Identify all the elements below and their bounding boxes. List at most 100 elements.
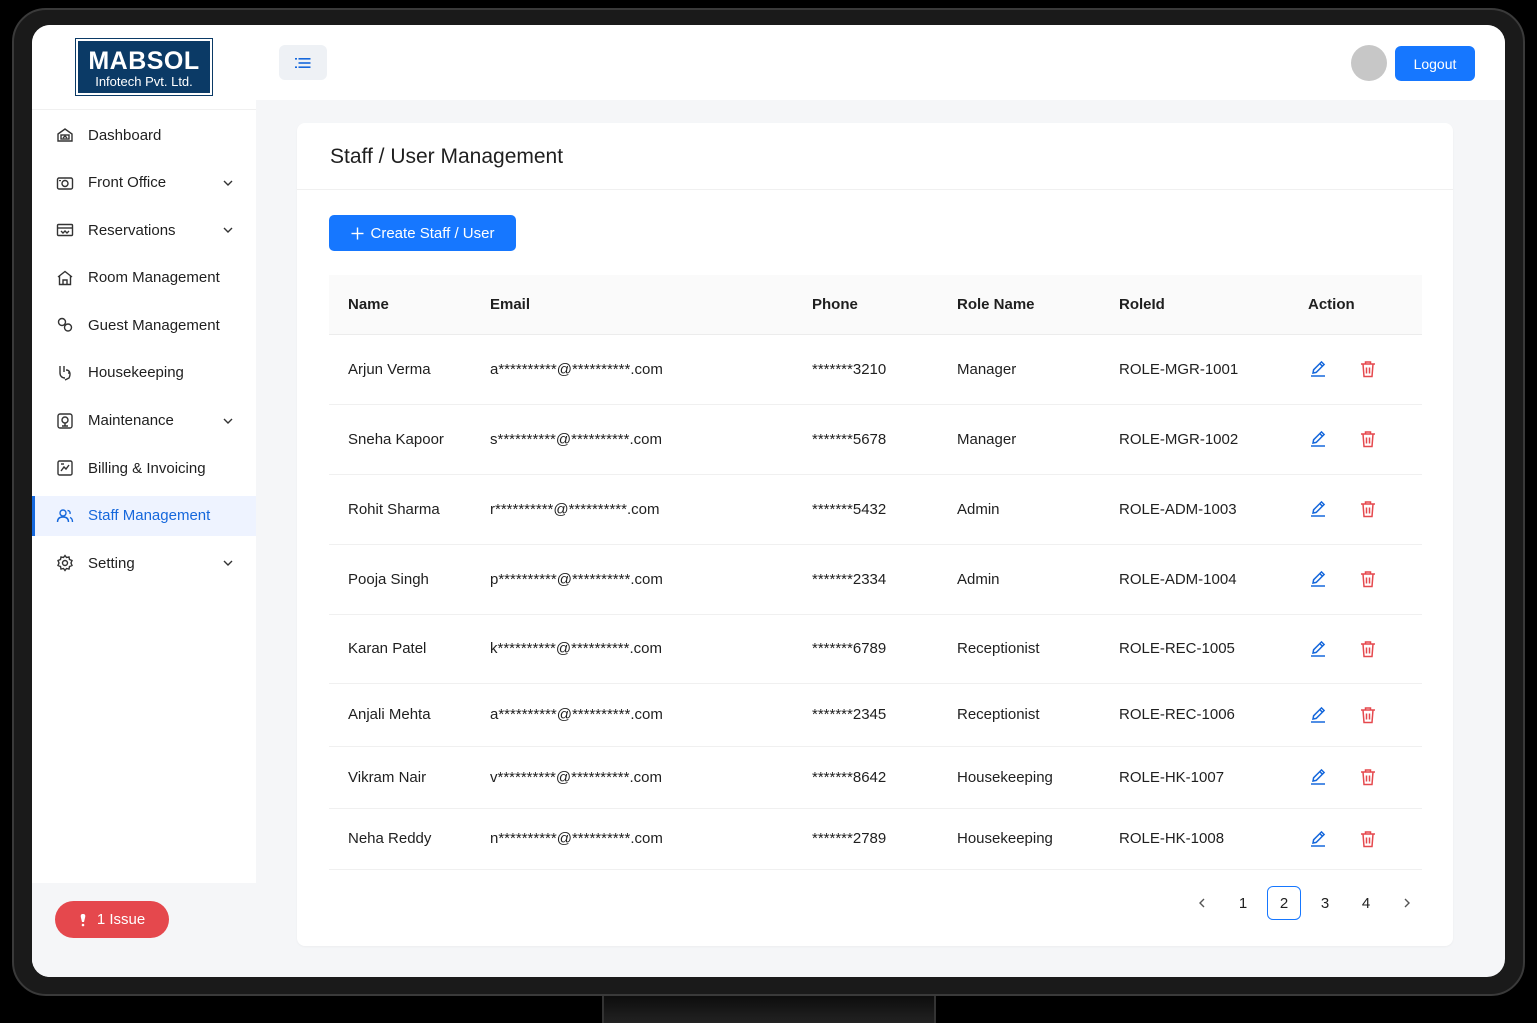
staff-table: Name Email Phone Role Name RoleId Action Arju… — [329, 275, 1422, 870]
top-header: Logout — [256, 25, 1505, 100]
cell-action — [1308, 404, 1422, 475]
cell-name: Sneha Kapoor — [329, 404, 490, 475]
menu-toggle-button[interactable] — [279, 45, 327, 80]
cell-role-name: Admin — [957, 474, 1119, 545]
cell-phone: *******2345 — [812, 683, 957, 747]
cell-action — [1308, 474, 1422, 545]
brand-name: MABSOL — [88, 47, 200, 75]
edit-icon[interactable] — [1308, 705, 1328, 725]
cell-role-name: Manager — [957, 404, 1119, 475]
chevron-down-icon — [223, 227, 233, 234]
cell-email: p**********@**********.com — [490, 544, 812, 615]
pagination-prev[interactable] — [1185, 886, 1219, 920]
column-header: Role Name — [957, 275, 1119, 335]
broom-icon — [56, 364, 74, 382]
cell-role-id: ROLE-HK-1007 — [1119, 746, 1308, 809]
create-staff-button[interactable]: Create Staff / User — [329, 215, 516, 251]
sidebar-item-label: Reservations — [88, 221, 176, 239]
sidebar-item-guest-management[interactable]: Guest Management — [32, 305, 256, 345]
issue-button[interactable]: 1 Issue — [55, 901, 169, 938]
delete-icon[interactable] — [1358, 429, 1378, 449]
table-header-row: Name Email Phone Role Name RoleId Action — [329, 275, 1422, 335]
cell-name: Arjun Verma — [329, 334, 490, 405]
cell-role-id: ROLE-MGR-1001 — [1119, 334, 1308, 405]
edit-icon[interactable] — [1308, 359, 1328, 379]
cell-role-name: Housekeeping — [957, 746, 1119, 809]
pagination-next[interactable] — [1390, 886, 1424, 920]
cell-email: k**********@**********.com — [490, 614, 812, 684]
cell-name: Pooja Singh — [329, 544, 490, 615]
sidebar-item-room-management[interactable]: Room Management — [32, 258, 256, 298]
cell-phone: *******8642 — [812, 746, 957, 809]
delete-icon[interactable] — [1358, 829, 1378, 849]
cell-role-id: ROLE-HK-1008 — [1119, 808, 1308, 870]
create-staff-label: Create Staff / User — [370, 224, 495, 242]
sidebar-item-reservations[interactable]: Reservations — [32, 210, 256, 250]
sidebar-item-maintenance[interactable]: Maintenance — [32, 401, 256, 441]
cell-name: Karan Patel — [329, 614, 490, 684]
pagination-page[interactable]: 4 — [1349, 886, 1383, 920]
alert-icon — [80, 913, 86, 926]
ticket-icon — [56, 221, 74, 239]
camera-icon — [56, 174, 74, 192]
pagination-page[interactable]: 3 — [1308, 886, 1342, 920]
sidebar-divider — [32, 109, 256, 110]
pagination-page[interactable]: 2 — [1267, 886, 1301, 920]
sidebar-item-label: Billing & Invoicing — [88, 459, 206, 477]
pagination: 1234 — [1185, 886, 1431, 920]
cell-name: Anjali Mehta — [329, 683, 490, 747]
cell-role-id: ROLE-ADM-1004 — [1119, 544, 1308, 615]
logout-button[interactable]: Logout — [1395, 46, 1475, 81]
sidebar-item-billing-invoicing[interactable]: Billing & Invoicing — [32, 448, 256, 488]
sidebar-item-front-office[interactable]: Front Office — [32, 163, 256, 203]
app-screen: MABSOL Infotech Pvt. Ltd. Dashboard Front… — [32, 25, 1505, 977]
delete-icon[interactable] — [1358, 639, 1378, 659]
cell-email: r**********@**********.com — [490, 474, 812, 545]
sidebar: MABSOL Infotech Pvt. Ltd. Dashboard Front… — [32, 25, 256, 977]
delete-icon[interactable] — [1358, 767, 1378, 787]
cell-action — [1308, 334, 1422, 405]
sidebar-item-label: Front Office — [88, 174, 167, 192]
column-header: Email — [490, 275, 812, 335]
delete-icon[interactable] — [1358, 569, 1378, 589]
edit-icon[interactable] — [1308, 569, 1328, 589]
sidebar-item-label: Guest Management — [88, 316, 220, 334]
sidebar-item-label: Room Management — [88, 269, 220, 287]
staff-management-card: Staff / User Management Create Staff / U… — [297, 123, 1453, 946]
column-header: RoleId — [1119, 275, 1308, 335]
column-header: Phone — [812, 275, 957, 335]
sidebar-item-setting[interactable]: Setting — [32, 543, 256, 583]
dashboard-icon — [56, 126, 74, 144]
sidebar-item-housekeeping[interactable]: Housekeeping — [32, 353, 256, 393]
cell-email: n**********@**********.com — [490, 808, 812, 870]
table-row: Vikram Nair v**********@**********.com ***… — [329, 746, 1422, 809]
users-icon — [56, 507, 74, 525]
chevron-down-icon — [223, 180, 233, 186]
cell-phone: *******5432 — [812, 474, 957, 545]
sidebar-item-staff-management[interactable]: Staff Management — [32, 495, 256, 536]
user-avatar[interactable] — [1351, 45, 1387, 81]
brand-logo[interactable]: MABSOL Infotech Pvt. Ltd. — [75, 38, 213, 96]
cell-role-name: Admin — [957, 544, 1119, 615]
edit-icon[interactable] — [1308, 829, 1328, 849]
cell-role-name: Receptionist — [957, 683, 1119, 747]
edit-icon[interactable] — [1308, 499, 1328, 519]
edit-icon[interactable] — [1308, 639, 1328, 659]
table-row: Karan Patel k**********@**********.com ***… — [329, 614, 1422, 684]
pagination-page[interactable]: 1 — [1226, 886, 1260, 920]
cell-action — [1308, 808, 1422, 870]
chevron-down-icon — [223, 418, 233, 424]
table-body: Arjun Verma a**********@**********.com ***… — [329, 334, 1422, 870]
delete-icon[interactable] — [1358, 499, 1378, 519]
brand-subtitle: Infotech Pvt. Ltd. — [95, 74, 193, 89]
delete-icon[interactable] — [1358, 705, 1378, 725]
cell-email: a**********@**********.com — [490, 683, 812, 747]
card-divider — [297, 189, 1453, 190]
edit-icon[interactable] — [1308, 767, 1328, 787]
cell-role-name: Housekeeping — [957, 808, 1119, 870]
edit-icon[interactable] — [1308, 429, 1328, 449]
delete-icon[interactable] — [1358, 359, 1378, 379]
table-header: Name Email Phone Role Name RoleId Action — [329, 275, 1422, 335]
sidebar-item-dashboard[interactable]: Dashboard — [32, 115, 256, 155]
cell-email: v**********@**********.com — [490, 746, 812, 809]
